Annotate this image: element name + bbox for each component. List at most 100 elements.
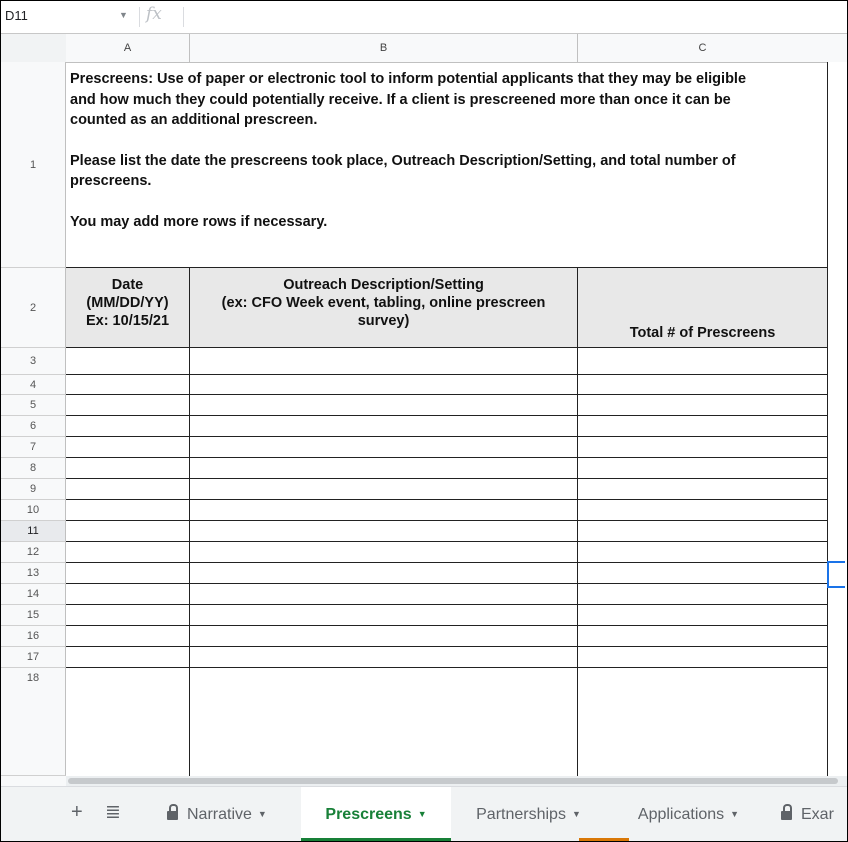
row-header-17[interactable]: 17 [1, 647, 66, 668]
table-cell[interactable] [578, 605, 828, 626]
tab-prescreens[interactable]: Prescreens ▼ [301, 787, 451, 841]
tab-narrative[interactable]: Narrative ▼ [151, 787, 301, 841]
row-header-12[interactable]: 12 [1, 542, 66, 563]
header-outreach-example-cont: survey) [357, 313, 410, 329]
table-cell[interactable] [190, 521, 578, 542]
table-cell[interactable] [190, 375, 578, 395]
table-cell[interactable] [578, 416, 828, 437]
row-header-14[interactable]: 14 [1, 584, 66, 605]
table-cell[interactable] [66, 416, 190, 437]
all-sheets-icon[interactable]: ≣ [105, 801, 121, 824]
table-cell[interactable] [66, 521, 190, 542]
row-header-1[interactable]: 1 [1, 62, 66, 268]
name-box[interactable]: D11 [5, 8, 28, 23]
table-cell[interactable] [190, 348, 578, 375]
row-header-7[interactable]: 7 [1, 437, 66, 458]
row-header-4[interactable]: 4 [1, 375, 66, 395]
column-header-row: A B C [1, 34, 847, 63]
table-cell[interactable] [66, 375, 190, 395]
scrollbar-thumb[interactable] [68, 778, 838, 784]
column-header-d[interactable] [827, 34, 847, 63]
header-outreach-text: Outreach Description/Setting [283, 277, 484, 293]
tab-applications[interactable]: Applications ▼ [611, 787, 766, 841]
table-cell[interactable] [578, 584, 828, 605]
table-cell[interactable] [66, 584, 190, 605]
header-outreach-example: (ex: CFO Week event, tabling, online pre… [221, 295, 546, 311]
table-cell[interactable] [578, 458, 828, 479]
row-header-9[interactable]: 9 [1, 479, 66, 500]
row-header-6[interactable]: 6 [1, 416, 66, 437]
table-cell[interactable] [66, 458, 190, 479]
table-cell[interactable] [190, 542, 578, 563]
instructions-line: You may add more rows if necessary. [70, 213, 328, 230]
table-cell[interactable] [190, 416, 578, 437]
table-cell[interactable] [190, 626, 578, 647]
table-cell[interactable] [578, 521, 828, 542]
row-header-2[interactable]: 2 [1, 268, 66, 348]
table-cell[interactable] [66, 395, 190, 416]
table-cell[interactable] [66, 647, 190, 668]
tab-partnerships[interactable]: Partnerships ▼ [451, 787, 629, 841]
caret-down-icon: ▼ [257, 809, 267, 819]
table-cell[interactable] [66, 626, 190, 647]
function-icon: fx [146, 4, 162, 24]
instructions-cell[interactable]: Prescreens: Use of paper or electronic t… [66, 62, 828, 268]
table-cell[interactable] [578, 479, 828, 500]
column-header-a[interactable]: A [66, 34, 190, 63]
table-cell[interactable] [190, 584, 578, 605]
table-cell[interactable] [190, 668, 578, 776]
tab-label: Partnerships [476, 806, 566, 823]
name-box-dropdown-icon[interactable]: ▼ [119, 10, 128, 20]
table-cell[interactable] [190, 647, 578, 668]
selected-cell-d11[interactable] [827, 561, 845, 588]
table-cell[interactable] [578, 395, 828, 416]
table-cell[interactable] [190, 500, 578, 521]
row-header-3[interactable]: 3 [1, 348, 66, 375]
table-cell[interactable] [578, 563, 828, 584]
table-cell[interactable] [578, 626, 828, 647]
table-cell[interactable] [66, 668, 190, 776]
table-cell[interactable] [190, 605, 578, 626]
column-header-b[interactable]: B [190, 34, 578, 63]
select-all-corner[interactable] [1, 34, 67, 63]
table-cell[interactable] [66, 542, 190, 563]
row-header-8[interactable]: 8 [1, 458, 66, 479]
header-date-cell[interactable]: Date (MM/DD/YY) Ex: 10/15/21 [66, 268, 190, 348]
header-total-cell[interactable]: Total # of Prescreens [578, 268, 828, 348]
table-cell[interactable] [66, 479, 190, 500]
table-cell[interactable] [190, 395, 578, 416]
header-outreach-cell[interactable]: Outreach Description/Setting (ex: CFO We… [190, 268, 578, 348]
table-cell[interactable] [578, 437, 828, 458]
table-cell[interactable] [578, 542, 828, 563]
horizontal-scrollbar[interactable] [66, 776, 847, 786]
table-cell[interactable] [190, 458, 578, 479]
table-cell[interactable] [190, 479, 578, 500]
row-header-16[interactable]: 16 [1, 626, 66, 647]
table-cell[interactable] [66, 500, 190, 521]
divider [139, 7, 140, 27]
row-header-11[interactable]: 11 [1, 521, 66, 542]
table-cell[interactable] [578, 348, 828, 375]
row-header-18[interactable]: 18 [1, 668, 66, 776]
header-date-format: (MM/DD/YY) [86, 295, 169, 311]
row-header-15[interactable]: 15 [1, 605, 66, 626]
column-header-c[interactable]: C [578, 34, 828, 63]
row-header-10[interactable]: 10 [1, 500, 66, 521]
row-header-13[interactable]: 13 [1, 563, 66, 584]
table-cell[interactable] [66, 605, 190, 626]
header-total-text: Total # of Prescreens [629, 325, 776, 341]
table-cell[interactable] [578, 500, 828, 521]
table-cell[interactable] [66, 563, 190, 584]
table-cell[interactable] [66, 437, 190, 458]
table-cell[interactable] [190, 563, 578, 584]
caret-down-icon: ▼ [730, 809, 740, 819]
add-sheet-icon[interactable]: + [71, 801, 83, 824]
table-cell[interactable] [578, 668, 828, 776]
row-header-5[interactable]: 5 [1, 395, 66, 416]
table-cell[interactable] [190, 437, 578, 458]
table-cell[interactable] [578, 647, 828, 668]
table-cell[interactable] [578, 375, 828, 395]
tab-exar[interactable]: Exar [781, 787, 847, 841]
spreadsheet-window: D11 ▼ fx A B C 1 2 3 4 5 6 7 8 9 10 11 1… [0, 0, 848, 842]
table-cell[interactable] [66, 348, 190, 375]
